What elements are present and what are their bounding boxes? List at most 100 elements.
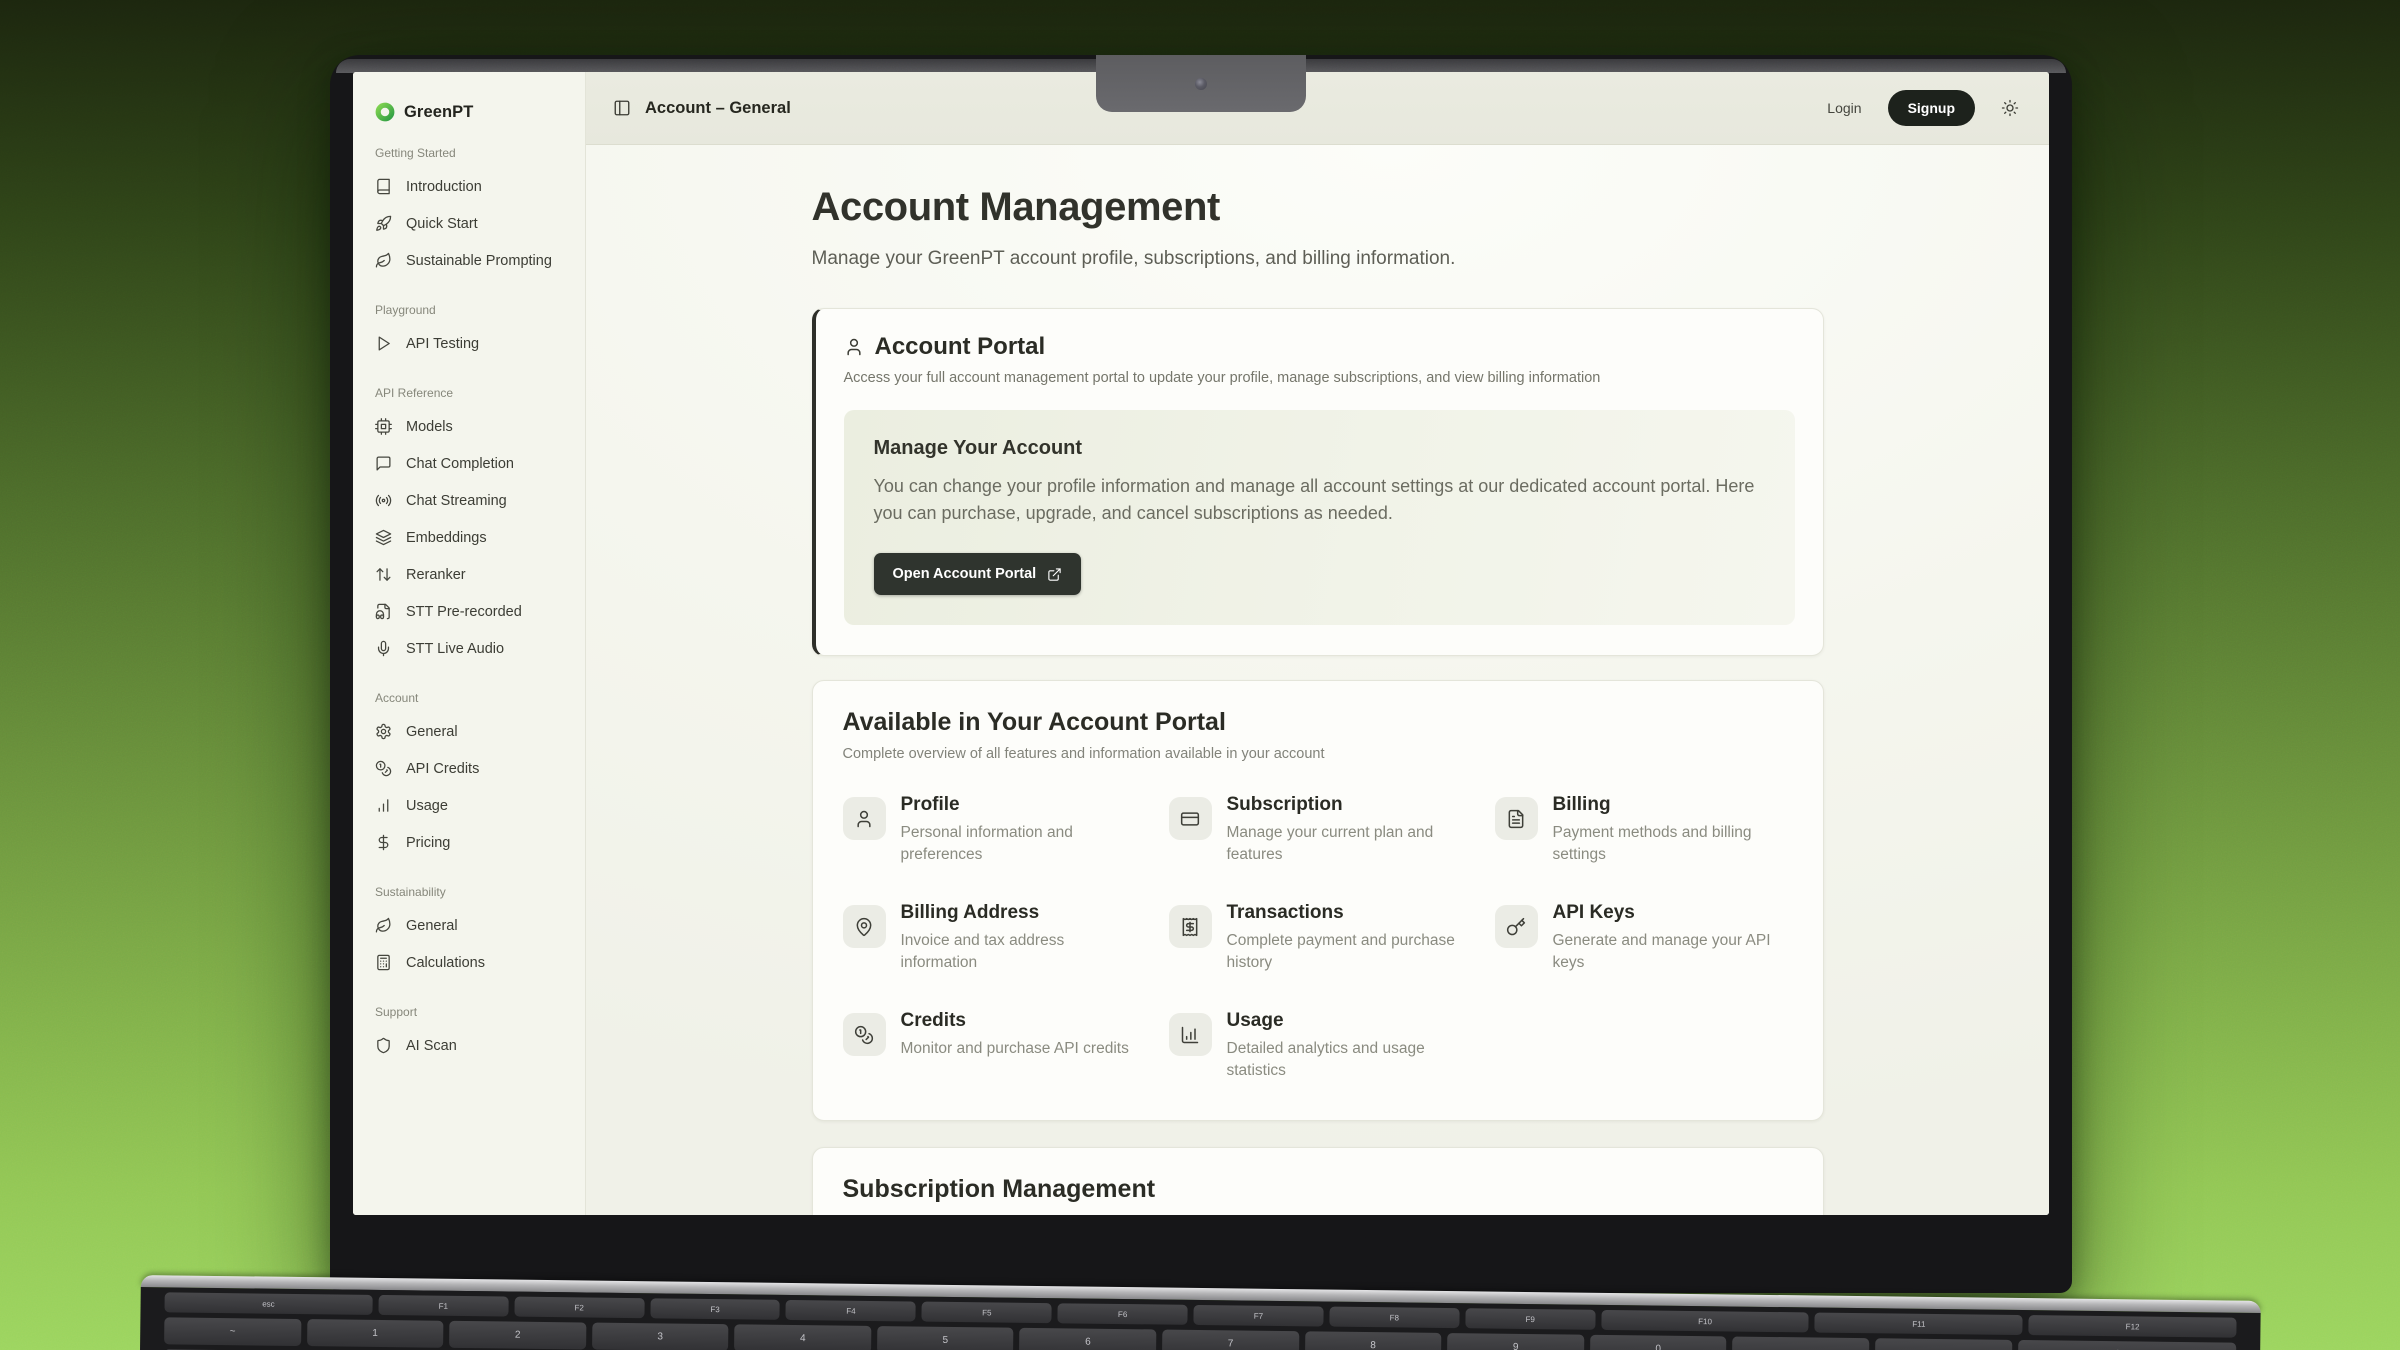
sun-icon[interactable] (2001, 99, 2019, 117)
key-delete[interactable]: delete (2017, 1340, 2236, 1350)
account-portal-card: Account Portal Access your full account … (812, 308, 1824, 656)
sidebar-item-pricing[interactable]: Pricing (375, 824, 575, 861)
desktop-background: GreenPT Getting Started IntroductionQuick… (0, 0, 2400, 1350)
key-esc[interactable]: esc (164, 1292, 372, 1315)
sidebar-item-chat-streaming[interactable]: Chat Streaming (375, 482, 575, 519)
sidebar-item-general[interactable]: General (375, 713, 575, 750)
sidebar-item-embeddings[interactable]: Embeddings (375, 519, 575, 556)
key-[interactable]: ~ (164, 1317, 301, 1346)
topbar-left: Account – General (613, 99, 791, 118)
sidebar-item-api-testing[interactable]: API Testing (375, 325, 575, 362)
key-f11[interactable]: F11 (1815, 1313, 2023, 1336)
sidebar-section-api-reference: API Reference Models Chat Completion Chat S… (375, 386, 575, 667)
user-icon (844, 337, 864, 357)
sidebar-section-label: Getting Started (375, 146, 575, 160)
key-2[interactable]: 2 (449, 1321, 586, 1350)
sidebar-item-label: STT Pre-recorded (406, 604, 522, 620)
key-icon (1495, 905, 1538, 948)
key-3[interactable]: 3 (592, 1323, 729, 1350)
feature-billing-address: Billing AddressInvoice and tax address i… (843, 902, 1141, 974)
credit-card-icon (1169, 797, 1212, 840)
mic-icon (375, 640, 392, 657)
sidebar-item-reranker[interactable]: Reranker (375, 556, 575, 593)
panel-left-icon[interactable] (613, 99, 631, 117)
login-button[interactable]: Login (1827, 100, 1861, 116)
sidebar-item-usage[interactable]: Usage (375, 787, 575, 824)
brand-logo-icon (375, 102, 395, 122)
sort-icon (375, 566, 392, 583)
key-f3[interactable]: F3 (650, 1298, 780, 1320)
topbar: Account – General Login Signup (586, 72, 2049, 145)
sidebar-item-quick-start[interactable]: Quick Start (375, 205, 575, 242)
features-grid: ProfilePersonal information and preferen… (843, 794, 1793, 1082)
sidebar-item-chat-completion[interactable]: Chat Completion (375, 445, 575, 482)
feature-usage: UsageDetailed analytics and usage statis… (1169, 1010, 1467, 1082)
key-[interactable]: - (1732, 1337, 1869, 1350)
sidebar-item-label: Pricing (406, 835, 450, 851)
key-9[interactable]: 9 (1447, 1333, 1584, 1350)
sidebar-item-label: Chat Completion (406, 456, 514, 472)
open-account-portal-button[interactable]: Open Account Portal (874, 553, 1082, 595)
sidebar-item-ai-scan[interactable]: AI Scan (375, 1027, 575, 1064)
key-f9[interactable]: F9 (1465, 1308, 1595, 1330)
sidebar-section-label: API Reference (375, 386, 575, 400)
key-f4[interactable]: F4 (786, 1300, 916, 1322)
feature-title: Billing Address (901, 902, 1141, 924)
key-5[interactable]: 5 (877, 1326, 1014, 1350)
feature-description: Payment methods and billing settings (1553, 822, 1793, 866)
feature-description: Complete payment and purchase history (1227, 930, 1467, 974)
key-1[interactable]: 1 (307, 1319, 444, 1348)
user-icon (843, 797, 886, 840)
key-6[interactable]: 6 (1019, 1328, 1156, 1350)
sidebar-item-api-credits[interactable]: API Credits (375, 750, 575, 787)
key-[interactable]: = (1875, 1338, 2012, 1350)
sidebar-item-general[interactable]: General (375, 907, 575, 944)
sidebar-item-models[interactable]: Models (375, 408, 575, 445)
sidebar-item-stt-pre-recorded[interactable]: STT Pre-recorded (375, 593, 575, 630)
sidebar-item-label: AI Scan (406, 1038, 457, 1054)
sidebar-section-sustainability: Sustainability General Calculations (375, 885, 575, 981)
topbar-right: Login Signup (1827, 90, 2019, 126)
signup-button[interactable]: Signup (1888, 90, 1975, 126)
key-f5[interactable]: F5 (922, 1302, 1052, 1324)
file-audio-icon (375, 603, 392, 620)
key-f10[interactable]: F10 (1601, 1310, 1809, 1333)
rocket-icon (375, 215, 392, 232)
chip-icon (375, 418, 392, 435)
content-container: Account Management Manage your GreenPT a… (812, 145, 1824, 1215)
layers-icon (375, 529, 392, 546)
key-0[interactable]: 0 (1590, 1335, 1727, 1350)
feature-description: Detailed analytics and usage statistics (1227, 1038, 1467, 1082)
key-f12[interactable]: F12 (2029, 1315, 2237, 1338)
sidebar-nav: Getting StartedIntroductionQuick StartSu… (375, 146, 575, 1064)
key-f6[interactable]: F6 (1058, 1303, 1188, 1325)
sidebar: GreenPT Getting Started IntroductionQuick… (353, 72, 586, 1215)
key-8[interactable]: 8 (1305, 1331, 1442, 1350)
sidebar-item-stt-live-audio[interactable]: STT Live Audio (375, 630, 575, 667)
feature-api-keys: API KeysGenerate and manage your API key… (1495, 902, 1793, 974)
key-f7[interactable]: F7 (1193, 1305, 1323, 1327)
sidebar-item-label: API Credits (406, 761, 479, 777)
sidebar-item-calculations[interactable]: Calculations (375, 944, 575, 981)
key-f1[interactable]: F1 (378, 1295, 508, 1317)
portal-card-title: Account Portal (875, 333, 1046, 361)
sidebar-item-label: Calculations (406, 955, 485, 971)
key-4[interactable]: 4 (734, 1324, 871, 1350)
laptop: GreenPT Getting Started IntroductionQuick… (0, 0, 2400, 1350)
portal-card-description: Access your full account management port… (844, 370, 1795, 386)
coins-icon (375, 760, 392, 777)
key-f8[interactable]: F8 (1329, 1307, 1459, 1329)
sidebar-item-label: API Testing (406, 336, 479, 352)
leaf-icon (375, 917, 392, 934)
sidebar-section-label: Sustainability (375, 885, 575, 899)
sidebar-item-introduction[interactable]: Introduction (375, 168, 575, 205)
key-f2[interactable]: F2 (514, 1297, 644, 1319)
feature-title: Subscription (1227, 794, 1467, 816)
brand-logo[interactable]: GreenPT (375, 102, 575, 122)
manage-account-panel: Manage Your Account You can change your … (844, 410, 1795, 625)
sidebar-item-label: Usage (406, 798, 448, 814)
features-card: Available in Your Account Portal Complet… (812, 680, 1824, 1121)
key-7[interactable]: 7 (1162, 1330, 1299, 1350)
sidebar-item-sustainable-prompting[interactable]: Sustainable Prompting (375, 242, 575, 279)
coins-icon (843, 1013, 886, 1056)
